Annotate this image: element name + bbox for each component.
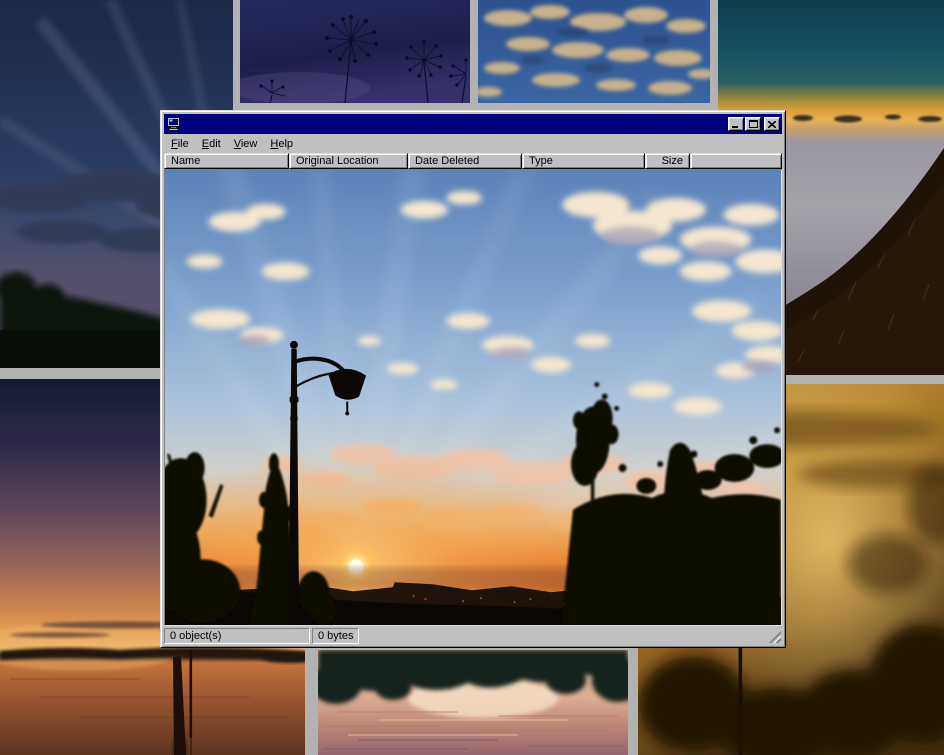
wallpaper-tile-cloudy-sky [478, 0, 710, 103]
column-header-original-location[interactable]: Original Location [289, 153, 408, 169]
menu-view[interactable]: View [228, 136, 264, 152]
column-header-name[interactable]: Name [164, 153, 289, 169]
sunset-streetlamp-photo [165, 170, 781, 625]
status-bar: 0 object(s)0 bytes [164, 628, 782, 644]
status-panel-1: 0 bytes [312, 628, 359, 644]
title-bar[interactable] [164, 114, 782, 134]
column-header-type[interactable]: Type [522, 153, 645, 169]
menu-edit[interactable]: Edit [196, 136, 227, 152]
close-button[interactable] [764, 117, 780, 131]
computer-icon[interactable] [166, 116, 182, 132]
minimize-button[interactable] [728, 117, 744, 131]
recycle-bin-window: FileEditViewHelp NameOriginal LocationDa… [160, 110, 786, 648]
column-header-filler[interactable] [690, 153, 782, 169]
maximize-button[interactable] [745, 117, 761, 131]
column-header-size[interactable]: Size [645, 153, 690, 169]
column-header-date-deleted[interactable]: Date Deleted [408, 153, 522, 169]
wallpaper-tile-water-reflection [318, 650, 628, 755]
resize-grip[interactable] [769, 631, 781, 643]
menu-file[interactable]: File [165, 136, 195, 152]
status-panel-0: 0 object(s) [164, 628, 310, 644]
wallpaper-tile-seed-heads [240, 0, 470, 103]
menu-help[interactable]: Help [264, 136, 299, 152]
column-header-row: NameOriginal LocationDate DeletedTypeSiz… [164, 153, 782, 169]
menu-bar: FileEditViewHelp [164, 135, 782, 153]
folder-view[interactable] [164, 169, 782, 626]
